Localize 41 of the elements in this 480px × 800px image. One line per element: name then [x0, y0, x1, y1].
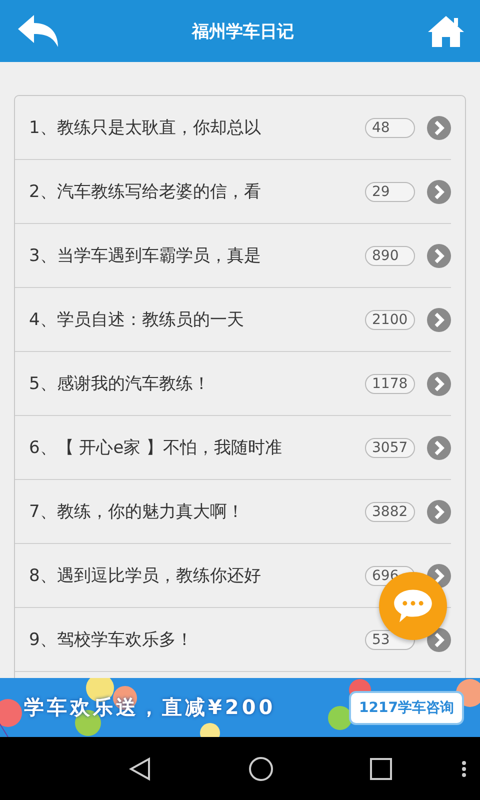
back-arrow-icon	[16, 13, 60, 49]
chevron-icon	[427, 244, 451, 268]
article-item[interactable]: 4、学员自述：教练员的一天 2100	[15, 288, 451, 352]
home-icon	[426, 14, 466, 48]
chevron-icon	[427, 180, 451, 204]
article-item[interactable]: 6、【 开心e家 】不怕，我随时准 3057	[15, 416, 451, 480]
article-title: 3、当学车遇到车霸学员，真是	[29, 245, 262, 267]
article-title: 1、教练只是太耿直，你却总以	[29, 117, 262, 139]
article-item[interactable]: 5、感谢我的汽车教练！ 1178	[15, 352, 451, 416]
article-title: 8、遇到逗比学员，教练你还好	[29, 565, 262, 587]
article-item[interactable]: 3、当学车遇到车霸学员，真是 890	[15, 224, 451, 288]
view-count: 890	[365, 246, 415, 266]
home-circle-icon[interactable]	[248, 756, 274, 782]
article-title: 5、感谢我的汽车教练！	[29, 373, 211, 395]
more-icon[interactable]	[462, 761, 466, 777]
back-button[interactable]	[16, 13, 60, 49]
chevron-icon	[427, 500, 451, 524]
article-item[interactable]: 7、教练，你的魅力真大啊！ 3882	[15, 480, 451, 544]
home-button[interactable]	[426, 14, 466, 48]
chat-bubble-icon	[392, 588, 434, 624]
article-title: 9、驾校学车欢乐多！	[29, 629, 194, 651]
chevron-icon	[427, 308, 451, 332]
view-count: 48	[365, 118, 415, 138]
article-item[interactable]: 1、教练只是太耿直，你却总以 48	[15, 96, 451, 160]
article-title: 6、【 开心e家 】不怕，我随时准	[29, 437, 284, 459]
page-title: 福州学车日记	[192, 20, 294, 42]
article-title: 4、学员自述：教练员的一天	[29, 309, 245, 331]
article-item[interactable]: 2、汽车教练写给老婆的信，看 29	[15, 160, 451, 224]
chevron-icon	[427, 372, 451, 396]
view-count: 3882	[365, 502, 415, 522]
consult-button[interactable]: 1217学车咨询	[349, 690, 464, 724]
view-count: 1178	[365, 374, 415, 394]
chevron-icon	[427, 116, 451, 140]
view-count: 3057	[365, 438, 415, 458]
article-title: 7、教练，你的魅力真大啊！	[29, 501, 245, 523]
back-icon[interactable]	[128, 756, 152, 780]
view-count: 2100	[365, 310, 415, 330]
article-title: 2、汽车教练写给老婆的信，看	[29, 181, 262, 203]
recents-icon[interactable]	[370, 758, 392, 780]
view-count: 29	[365, 182, 415, 202]
chevron-icon	[427, 436, 451, 460]
